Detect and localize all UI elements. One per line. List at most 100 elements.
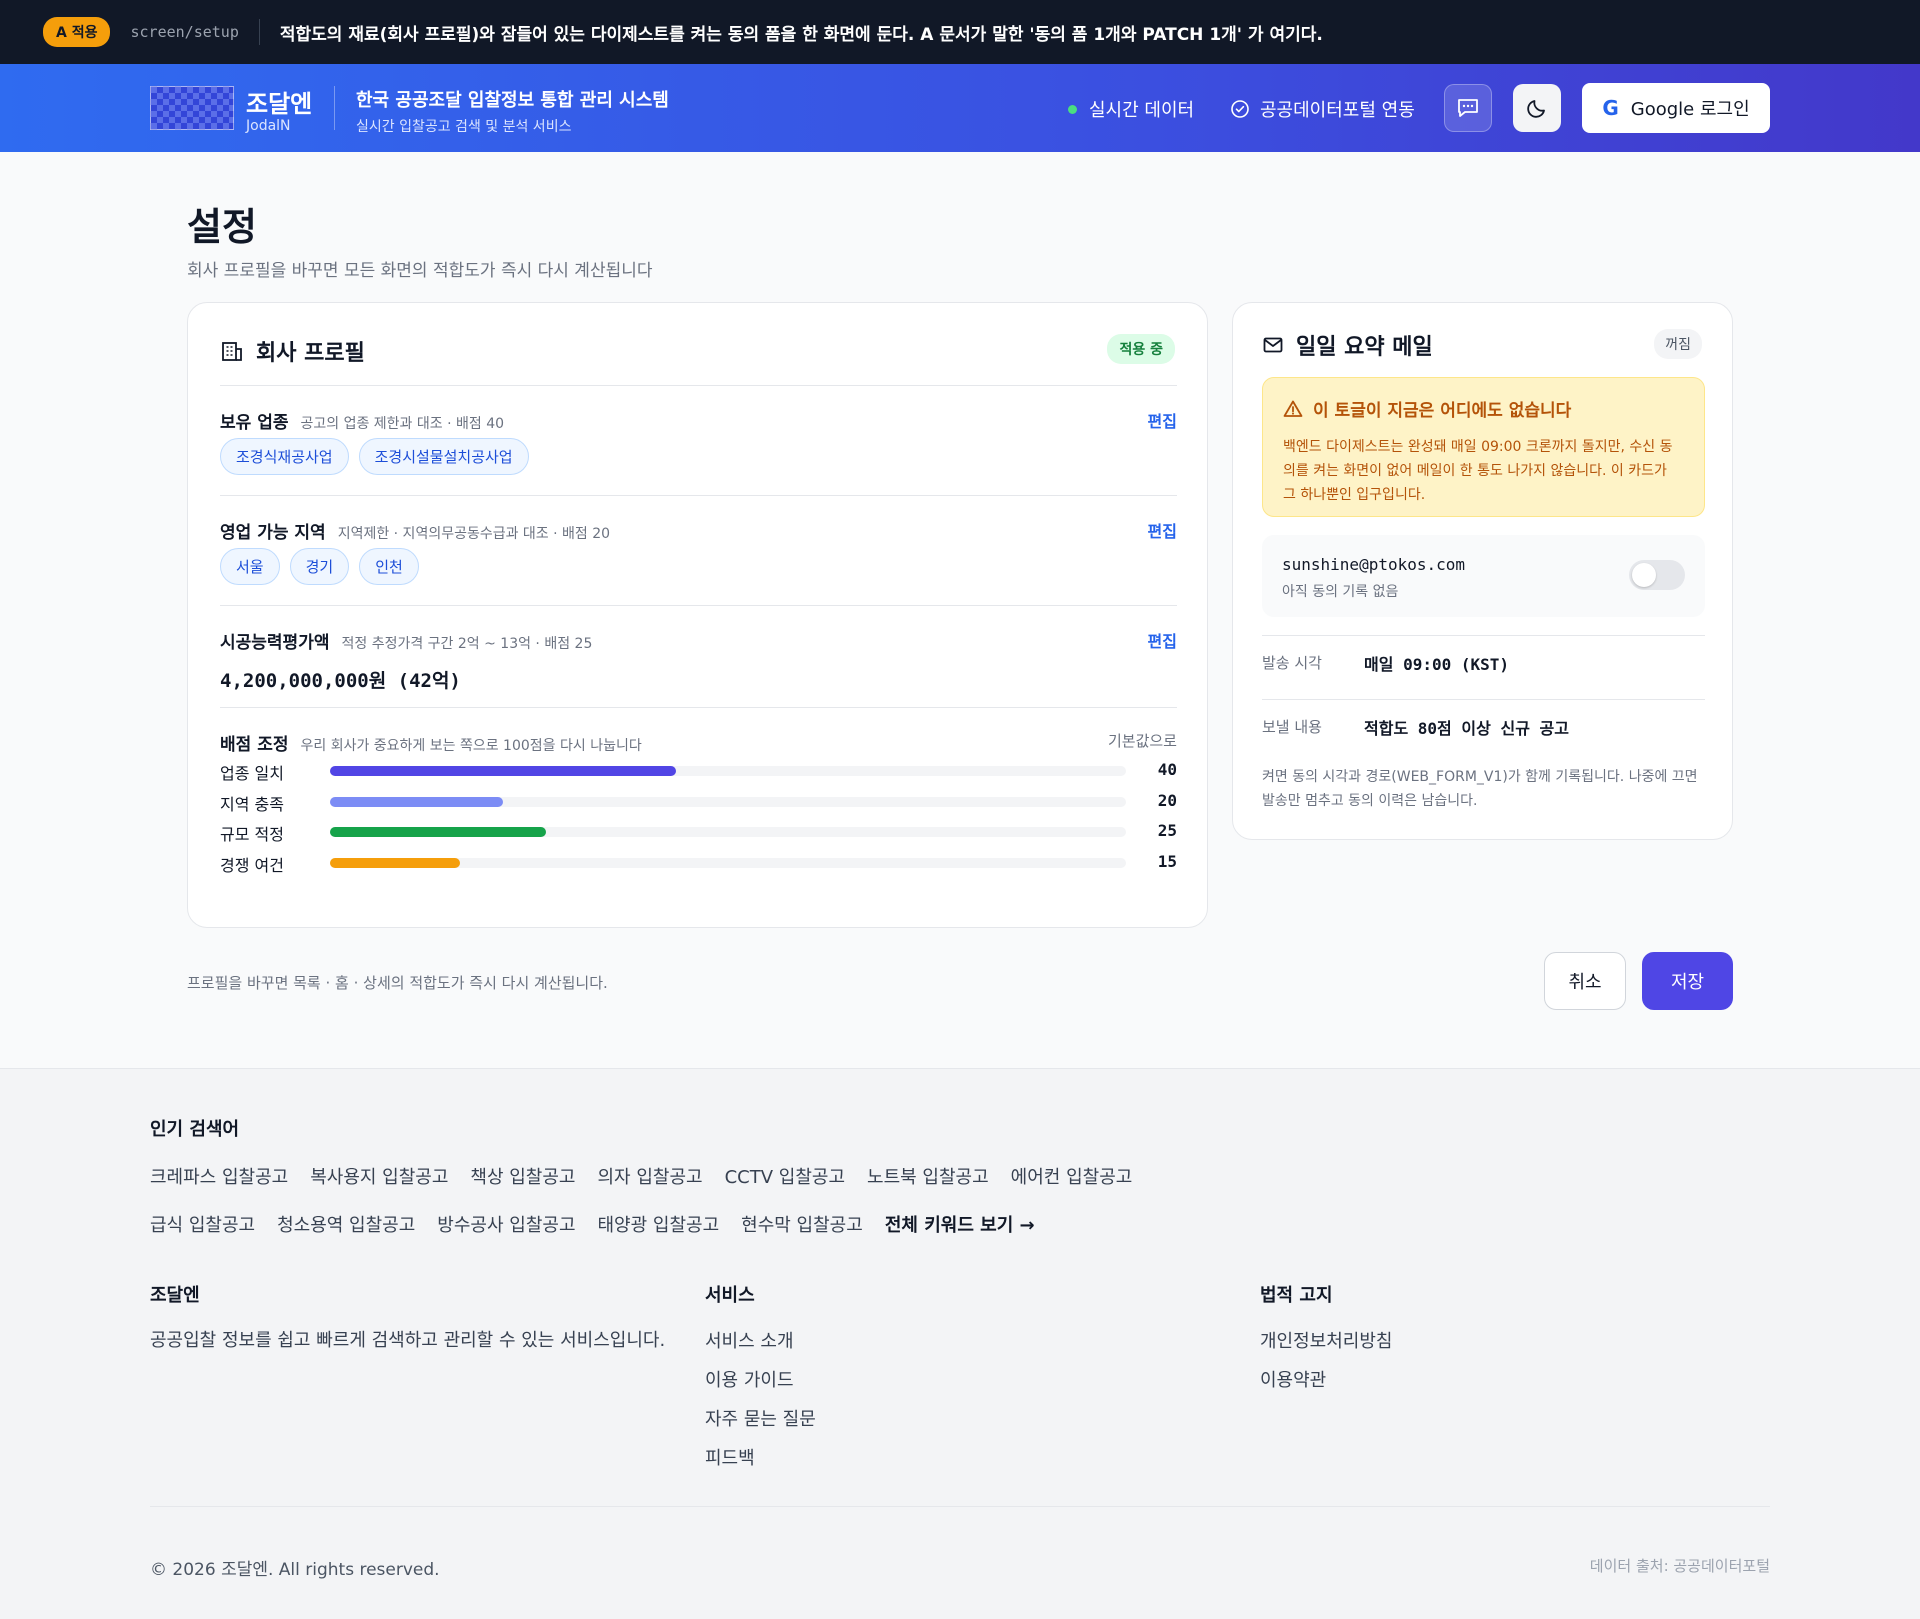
industry-hint: 공고의 업종 제한과 대조 · 배점 40 [300, 416, 505, 432]
industry-label: 보유 업종 공고의 업종 제한과 대조 · 배점 40 [220, 408, 504, 433]
region-section: 영업 가능 지역 지역제한 · 지역의무공동수급과 대조 · 배점 20 편집 … [220, 495, 1177, 605]
region-title: 영업 가능 지역 [220, 523, 326, 543]
keyword-row-1: 크레파스 입찰공고 복사용지 입찰공고 책상 입찰공고 의자 입찰공고 CCTV 입찰공… [150, 1163, 1132, 1189]
weights-section: 배점 조정 우리 회사가 중요하게 보는 쪽으로 100점을 다시 나눕니다 기… [220, 707, 1177, 907]
dark-mode-toggle[interactable] [1513, 84, 1561, 132]
check-circle-icon [1231, 100, 1249, 118]
weight-slider[interactable] [330, 766, 1126, 776]
strip-note: 적합도의 재료(회사 프로필)와 잠들어 있는 다이제스트를 켜는 동의 폼을 … [279, 24, 1323, 45]
email-address: sunshine@ptokos.com [1282, 555, 1466, 574]
feedback-button[interactable] [1444, 84, 1492, 132]
logo-image[interactable] [150, 86, 234, 130]
industry-chips: 조경식재공사업 조경시설물설치공사업 [220, 438, 529, 475]
weight-label: 업종 일치 [220, 764, 284, 783]
chat-icon [1458, 99, 1478, 117]
keyword-link[interactable]: 태양광 입찰공고 [598, 1211, 720, 1237]
region-chip[interactable]: 서울 [220, 548, 280, 585]
google-login-label: Google 로그인 [1630, 99, 1750, 120]
weight-slider[interactable] [330, 796, 1126, 807]
weight-fill [330, 827, 547, 837]
service-link[interactable]: 피드백 [705, 1444, 816, 1470]
weight-label: 지역 충족 [220, 794, 284, 814]
region-chip[interactable]: 경기 [289, 548, 350, 585]
app-header: 조달엔 JodalN 한국 공공조달 입찰정보 통합 관리 시스템 실시간 입찰… [0, 64, 1920, 152]
warning-body: 백엔드 다이제스트는 완성돼 매일 09:00 크론까지 돌지만, 수신 동의를… [1283, 439, 1673, 503]
keyword-row-2: 급식 입찰공고 청소용역 입찰공고 방수공사 입찰공고 태양광 입찰공고 현수막 입찰공… [150, 1211, 1035, 1237]
mail-icon [1263, 337, 1283, 353]
weights-hint: 우리 회사가 중요하게 보는 쪽으로 100점을 다시 나눕니다 [300, 738, 642, 754]
keyword-link[interactable]: 급식 입찰공고 [150, 1211, 255, 1237]
toggle-knob [1632, 563, 1656, 587]
capacity-value: 4,200,000,000원 (42억) [220, 670, 461, 692]
weight-label: 규모 적정 [220, 825, 284, 844]
save-button[interactable]: 저장 [1642, 952, 1733, 1010]
keyword-link[interactable]: CCTV 입찰공고 [725, 1163, 845, 1189]
page-subtitle: 회사 프로필을 바꾸면 모든 화면의 적합도가 즉시 다시 계산됩니다 [187, 261, 653, 281]
reset-default-button[interactable]: 기본값으로 [1108, 730, 1177, 751]
industry-chip[interactable]: 조경식재공사업 [220, 438, 349, 475]
service-link[interactable]: 서비스 소개 [705, 1327, 816, 1353]
about-title: 조달엔 [150, 1285, 200, 1306]
cancel-button[interactable]: 취소 [1544, 952, 1626, 1010]
keyword-link[interactable]: 책상 입찰공고 [470, 1163, 575, 1189]
warning-title: 이 토글이 지금은 어디에도 없습니다 [1283, 396, 1684, 421]
all-keywords-link[interactable]: 전체 키워드 보기 → [885, 1211, 1035, 1237]
weight-value: 25 [1157, 821, 1177, 840]
mail-consent-toggle[interactable] [1629, 560, 1685, 590]
keyword-link[interactable]: 노트북 입찰공고 [867, 1163, 989, 1189]
weight-slider[interactable] [330, 827, 1126, 837]
edit-region-button[interactable]: 편집 [1148, 518, 1177, 542]
region-hint: 지역제한 · 지역의무공동수급과 대조 · 배점 20 [337, 526, 611, 542]
live-data-indicator: 실시간 데이터 [1068, 96, 1194, 122]
industry-section: 보유 업종 공고의 업종 제한과 대조 · 배점 40 편집 조경식재공사업 조경… [220, 385, 1177, 495]
mail-card-header: 일일 요약 메일 [1262, 329, 1433, 361]
strip-divider [258, 19, 260, 45]
weights-title: 배점 조정 [220, 735, 289, 755]
mail-footnote: 켜면 동의 시각과 경로(WEB_FORM_V1)가 함께 기록됩니다. 나중에… [1262, 769, 1698, 809]
popular-keywords-title: 인기 검색어 [150, 1119, 240, 1140]
recalc-note: 프로필을 바꾸면 목록 · 홈 · 상세의 적합도가 즉시 다시 계산됩니다. [187, 974, 608, 992]
region-chip[interactable]: 인천 [359, 548, 419, 585]
google-icon: G [1602, 96, 1619, 120]
capacity-label: 시공능력평가액 적정 추정가격 구간 2억 ~ 13억 · 배점 25 [220, 628, 592, 653]
keyword-link[interactable]: 의자 입찰공고 [598, 1163, 703, 1189]
weight-row: 규모 적정 25 [220, 819, 1177, 844]
edit-industry-button[interactable]: 편집 [1148, 408, 1177, 432]
weight-value: 20 [1157, 790, 1177, 810]
weight-slider[interactable] [330, 857, 1126, 868]
weight-label: 경쟁 여건 [220, 855, 284, 875]
consent-status: 아직 동의 기록 없음 [1282, 584, 1399, 600]
edit-capacity-button[interactable]: 편집 [1148, 628, 1177, 652]
google-login-button[interactable]: G Google 로그인 [1582, 83, 1770, 133]
service-title: 서비스 [705, 1285, 755, 1306]
weight-row: 업종 일치 40 [220, 758, 1177, 783]
industry-chip[interactable]: 조경시설물설치공사업 [358, 438, 529, 475]
brand-name[interactable]: 조달엔 [246, 84, 312, 119]
mail-status-badge: 꺼짐 [1654, 329, 1702, 359]
page-title: 설정 [187, 205, 257, 249]
company-profile-card: 회사 프로필 적용 중 보유 업종 공고의 업종 제한과 대조 · 배점 40 … [187, 302, 1208, 928]
keyword-link[interactable]: 에어컨 입찰공고 [1011, 1163, 1133, 1189]
data-source: 데이터 출처: 공공데이터포털 [1589, 1557, 1770, 1575]
service-link[interactable]: 자주 묻는 질문 [705, 1405, 816, 1431]
capacity-title: 시공능력평가액 [220, 633, 330, 653]
keyword-link[interactable]: 크레파스 입찰공고 [150, 1163, 288, 1189]
weights-label: 배점 조정 우리 회사가 중요하게 보는 쪽으로 100점을 다시 나눕니다 [220, 730, 642, 755]
copyright: © 2026 조달엔. All rights reserved. [150, 1560, 440, 1580]
status-badge: 적용 중 [1107, 334, 1175, 364]
send-time-label: 발송 시각 [1262, 654, 1322, 672]
portal-label: 공공데이터포털 연동 [1260, 100, 1415, 121]
service-link[interactable]: 이용 가이드 [705, 1366, 816, 1392]
capacity-hint: 적정 추정가격 구간 2억 ~ 13억 · 배점 25 [341, 636, 593, 652]
mail-consent-box: sunshine@ptokos.com 아직 동의 기록 없음 [1262, 535, 1705, 617]
keyword-link[interactable]: 복사용지 입찰공고 [310, 1163, 448, 1189]
legal-link[interactable]: 개인정보처리방침 [1260, 1327, 1392, 1353]
header-divider [334, 86, 335, 130]
legal-title: 법적 고지 [1260, 1285, 1333, 1306]
legal-link[interactable]: 이용약관 [1260, 1366, 1392, 1392]
weight-row: 경쟁 여건 15 [220, 850, 1177, 875]
keyword-link[interactable]: 청소용역 입찰공고 [277, 1211, 415, 1237]
profile-card-title: 회사 프로필 [256, 341, 365, 366]
keyword-link[interactable]: 방수공사 입찰공고 [437, 1211, 575, 1237]
keyword-link[interactable]: 현수막 입찰공고 [741, 1211, 863, 1237]
